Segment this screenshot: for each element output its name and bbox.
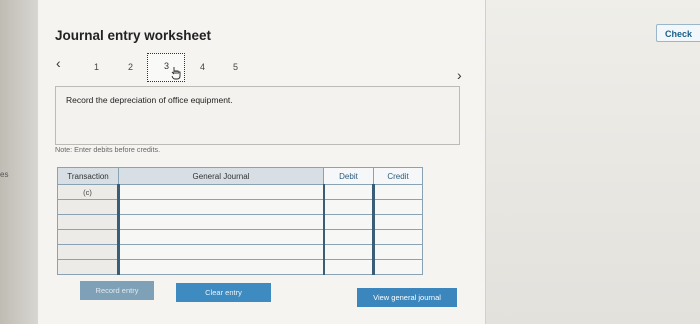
header-general-journal: General Journal [118,167,324,185]
table-row: (c) [57,184,423,200]
journal-table: Transaction General Journal Debit Credit… [57,167,423,275]
step-5[interactable]: 5 [233,62,238,72]
header-credit: Credit [373,167,423,185]
page-title: Journal entry worksheet [55,28,212,43]
check-button[interactable]: Check [656,24,700,42]
debit-input[interactable] [322,244,374,260]
step-1[interactable]: 1 [94,62,99,72]
step-2[interactable]: 2 [128,62,133,72]
account-input[interactable] [117,184,324,200]
transaction-cell: (c) [57,184,119,200]
left-background [0,0,38,324]
account-input[interactable] [117,214,324,230]
debit-input[interactable] [322,229,374,245]
credit-input[interactable] [372,229,423,245]
hand-cursor-icon [171,67,181,80]
credit-input[interactable] [372,214,423,230]
table-row [57,199,423,215]
credit-input[interactable] [372,259,423,275]
account-input[interactable] [117,244,324,260]
credit-input[interactable] [372,184,423,200]
transaction-cell [57,259,119,275]
account-input[interactable] [117,229,324,245]
transaction-cell [57,229,119,245]
step-4[interactable]: 4 [200,62,205,72]
transaction-cell [57,199,119,215]
sidebar-fragment: es [0,170,9,179]
record-entry-button[interactable]: Record entry [80,281,154,300]
table-header-row: Transaction General Journal Debit Credit [57,167,423,185]
credit-input[interactable] [372,244,423,260]
table-row [57,214,423,230]
table-row [57,259,423,275]
debit-input[interactable] [322,184,374,200]
account-input[interactable] [117,259,324,275]
note-text: Note: Enter debits before credits. [55,145,161,154]
chevron-right-icon[interactable]: › [457,67,462,83]
debit-input[interactable] [322,259,374,275]
chevron-left-icon[interactable]: ‹ [56,55,61,71]
prompt-text: Record the depreciation of office equipm… [66,95,233,105]
header-debit: Debit [323,167,374,185]
clear-entry-button[interactable]: Clear entry [176,283,271,302]
header-transaction: Transaction [57,167,119,185]
view-general-journal-button[interactable]: View general journal [357,288,457,307]
right-background [486,0,700,324]
debit-input[interactable] [322,214,374,230]
transaction-cell [57,214,119,230]
step-3-label: 3 [164,61,170,71]
worksheet-panel [38,0,486,324]
account-input[interactable] [117,199,324,215]
debit-input[interactable] [322,199,374,215]
transaction-cell [57,244,119,260]
table-row [57,229,423,245]
credit-input[interactable] [372,199,423,215]
table-row [57,244,423,260]
